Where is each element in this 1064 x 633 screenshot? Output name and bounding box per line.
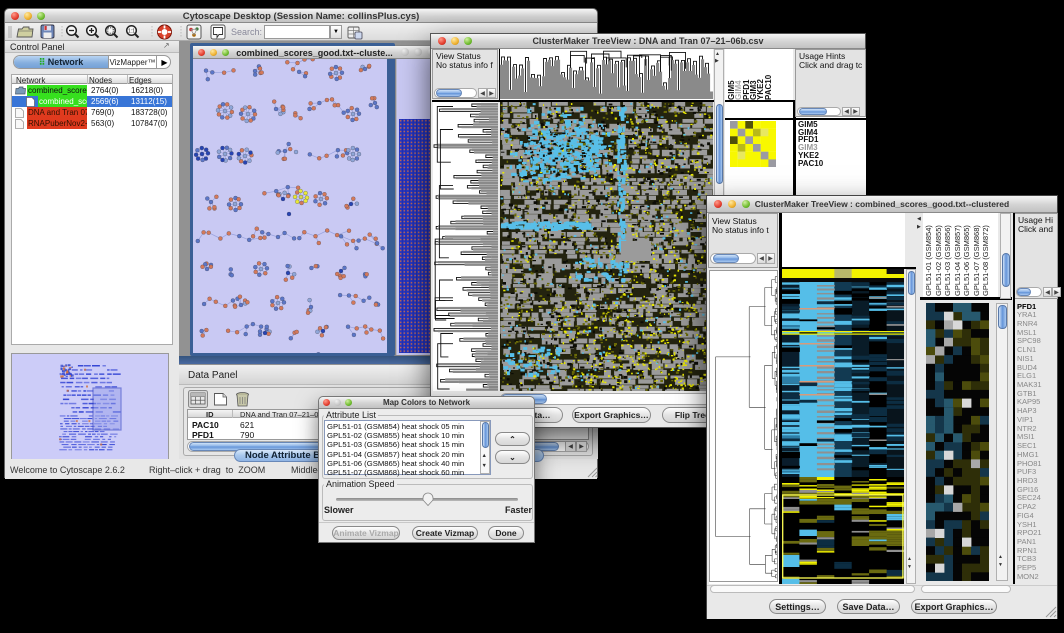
svg-text:1:1: 1:1 xyxy=(128,29,135,35)
